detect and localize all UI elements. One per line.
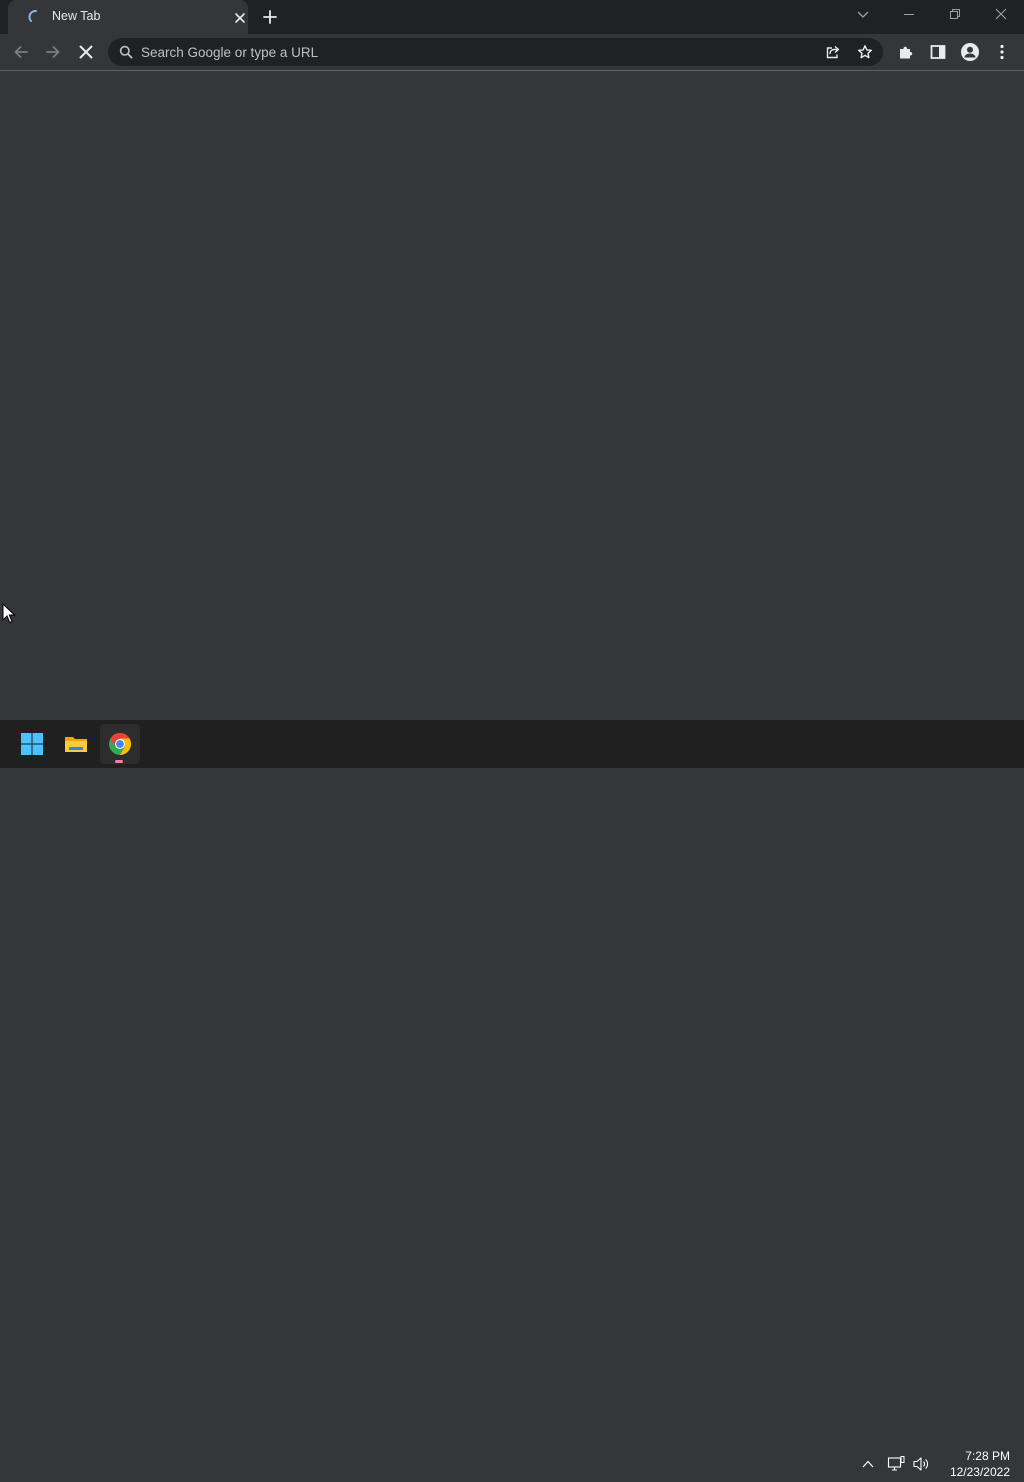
side-panel-icon — [930, 45, 946, 59]
windows-taskbar: 7:28 PM 12/23/2022 — [0, 720, 1024, 1479]
back-button[interactable] — [12, 43, 30, 61]
stop-icon — [79, 45, 93, 59]
chevron-down-icon — [857, 11, 869, 18]
network-icon[interactable] — [887, 1455, 905, 1473]
tab-new-tab[interactable]: New Tab — [8, 0, 248, 34]
volume-icon[interactable] — [912, 1455, 930, 1473]
window-close-button[interactable] — [993, 6, 1009, 22]
puzzle-icon — [900, 46, 913, 59]
side-panel-button[interactable] — [929, 43, 947, 61]
minimize-button[interactable] — [901, 6, 917, 22]
star-icon — [858, 45, 872, 59]
share-icon — [826, 45, 840, 59]
restore-icon — [950, 9, 960, 19]
new-tab-button[interactable] — [262, 9, 278, 25]
tab-search-button[interactable] — [855, 6, 871, 22]
folder-icon — [65, 737, 87, 752]
close-icon[interactable] — [232, 10, 248, 26]
tab-title: New Tab — [52, 9, 101, 23]
loading-spinner-icon — [28, 9, 44, 25]
close-icon — [995, 8, 1007, 20]
profile-button[interactable] — [960, 42, 980, 62]
restore-button[interactable] — [947, 6, 963, 22]
share-button[interactable] — [825, 44, 841, 60]
more-vertical-icon — [1000, 44, 1004, 60]
browser-toolbar — [0, 34, 1024, 71]
profile-icon — [961, 43, 979, 61]
search-icon — [119, 45, 133, 59]
forward-button[interactable] — [44, 43, 62, 61]
chrome-logo-icon — [109, 733, 131, 755]
extensions-button[interactable] — [897, 43, 915, 61]
minimize-icon — [904, 14, 914, 15]
clock-time: 7:28 PM — [965, 1449, 1010, 1463]
address-bar-input[interactable] — [141, 38, 801, 66]
page-content — [0, 71, 1024, 720]
chrome-menu-button[interactable] — [993, 43, 1011, 61]
stop-loading-button[interactable] — [77, 43, 95, 61]
windows-logo-icon — [21, 733, 43, 755]
forward-arrow-icon — [46, 46, 60, 58]
chevron-up-icon[interactable] — [860, 1456, 876, 1472]
bookmark-star-button[interactable] — [857, 44, 873, 60]
chrome-taskbar-button[interactable] — [100, 724, 140, 764]
omnibox[interactable] — [108, 38, 883, 66]
chrome-running-indicator — [115, 760, 123, 763]
file-explorer-button[interactable] — [56, 724, 96, 764]
tab-strip: New Tab — [0, 0, 1024, 34]
back-arrow-icon — [14, 46, 28, 58]
system-clock[interactable]: 7:28 PM 12/23/2022 — [940, 1448, 1010, 1482]
start-button[interactable] — [12, 724, 52, 764]
plus-icon — [263, 10, 277, 24]
clock-date: 12/23/2022 — [949, 1465, 1010, 1479]
